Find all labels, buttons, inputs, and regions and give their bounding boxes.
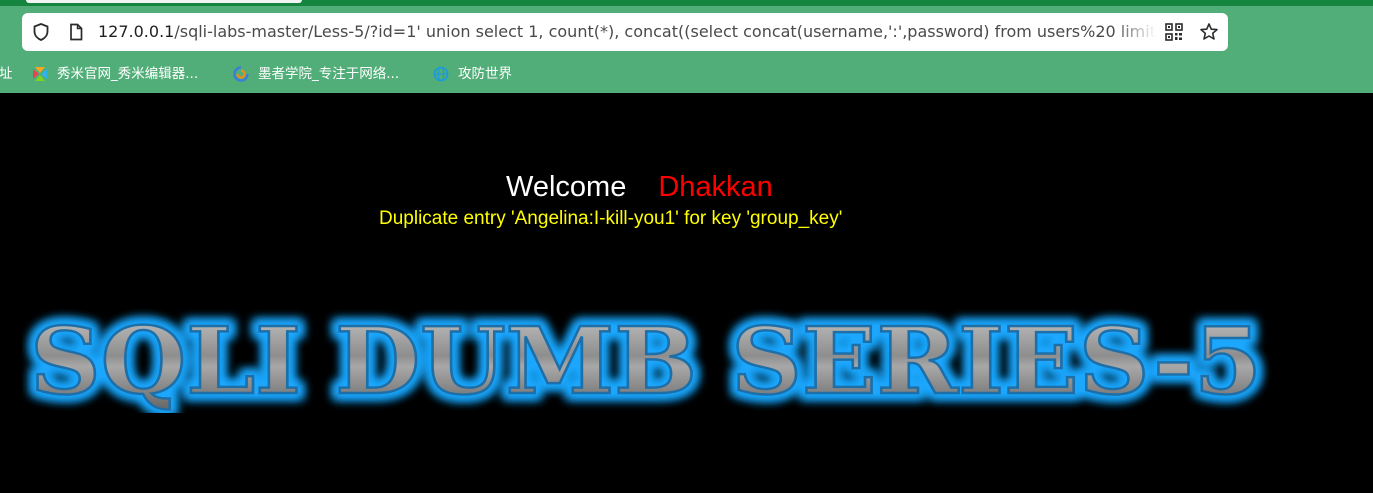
qr-code-icon[interactable] xyxy=(1164,22,1184,42)
welcome-name: Dhakkan xyxy=(658,171,773,203)
page-content: Welcome Dhakkan Duplicate entry 'Angelina… xyxy=(0,93,1373,493)
globe-icon xyxy=(433,66,449,82)
browser-toolbar: 127.0.0.1/sqli-labs-master/Less-5/?id=1'… xyxy=(0,0,1373,93)
bookmark-label: 攻防世界 xyxy=(458,66,512,82)
xiumi-icon xyxy=(32,66,48,82)
page-icon xyxy=(66,22,86,42)
welcome-line: Welcome Dhakkan xyxy=(506,169,773,205)
bookmark-label: 秀米官网_秀米编辑器... xyxy=(57,66,199,82)
shield-icon[interactable] xyxy=(31,22,51,42)
url-host: 127.0.0.1 xyxy=(98,22,175,41)
url-path: /sqli-labs-master/Less-5/?id=1' union se… xyxy=(174,22,1156,41)
mozhe-icon xyxy=(233,66,249,82)
bookmark-label: 址 xyxy=(0,66,13,82)
bookmark-label: 墨者学院_专注于网络... xyxy=(258,66,400,82)
star-icon[interactable] xyxy=(1199,22,1219,42)
url-text[interactable]: 127.0.0.1/sqli-labs-master/Less-5/?id=1'… xyxy=(98,21,1156,43)
banner-title: SQLI DUMB SERIES-5 SQLI DUMB SERIES-5 xyxy=(24,303,1268,413)
active-tab[interactable] xyxy=(26,0,302,3)
bookmarks-bar: 址 秀米官网_秀米编辑器... 墨者学院_专注于网络... 攻防世界 xyxy=(0,60,1373,88)
bookmark-address[interactable]: 址 xyxy=(0,64,13,84)
banner-text: SQLI DUMB SERIES-5 xyxy=(30,307,1262,413)
welcome-label: Welcome xyxy=(506,171,627,203)
error-message: Duplicate entry 'Angelina:I-kill-you1' f… xyxy=(379,208,843,229)
address-bar[interactable]: 127.0.0.1/sqli-labs-master/Less-5/?id=1'… xyxy=(22,13,1228,51)
